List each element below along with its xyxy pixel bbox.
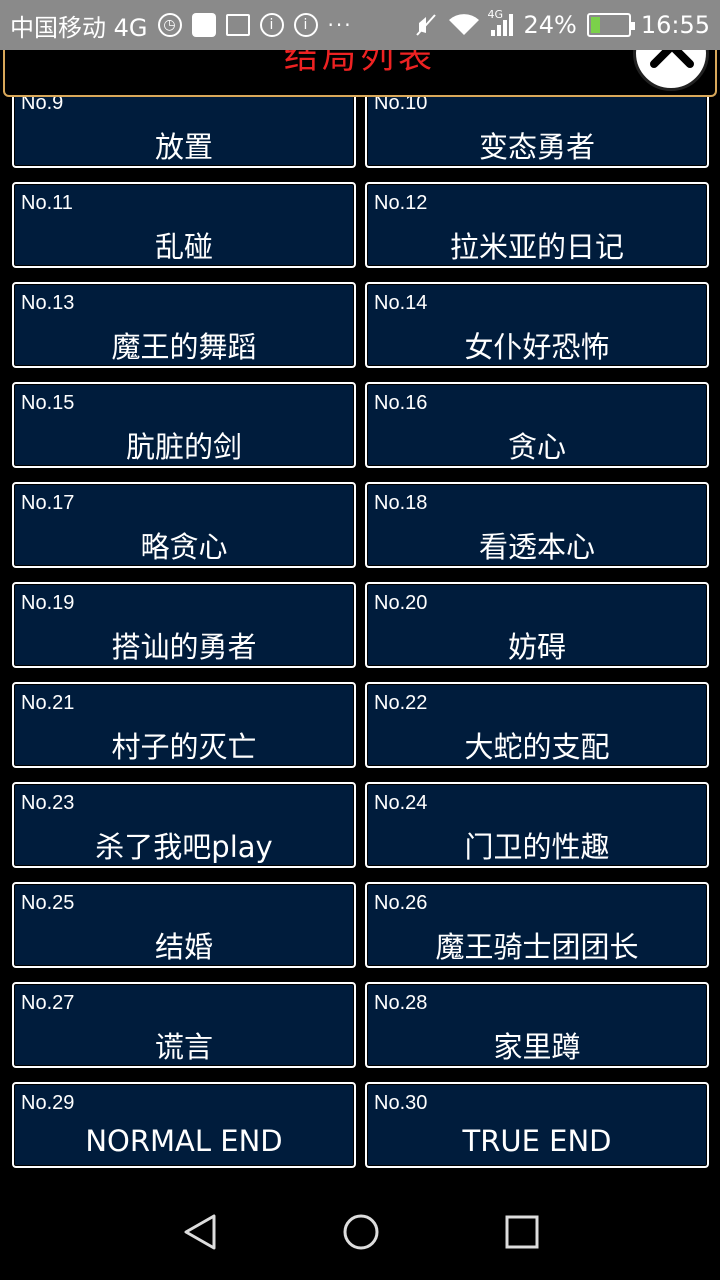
ending-number: No.14 <box>374 292 428 314</box>
ending-number: No.12 <box>374 192 428 214</box>
ending-number: No.18 <box>374 492 428 514</box>
ending-number: No.17 <box>21 492 75 514</box>
ending-card[interactable]: No.14 女仆好恐怖 <box>365 282 709 368</box>
ending-card[interactable]: No.26 魔王骑士团团长 <box>365 882 709 968</box>
ending-card[interactable]: No.17 略贪心 <box>12 482 356 568</box>
battery-percent: 24% <box>523 11 577 39</box>
ending-card[interactable]: No.28 家里蹲 <box>365 982 709 1068</box>
ending-card[interactable]: No.23 杀了我吧play <box>12 782 356 868</box>
ending-card[interactable]: No.18 看透本心 <box>365 482 709 568</box>
ending-title: 变态勇者 <box>478 130 595 164</box>
ending-title: 魔王的舞蹈 <box>111 330 257 364</box>
ending-card[interactable]: No.24 门卫的性趣 <box>365 782 709 868</box>
ending-card[interactable]: No.12 拉米亚的日记 <box>365 182 709 268</box>
ending-number: No.25 <box>21 892 75 914</box>
ending-title: 谎言 <box>154 1030 213 1064</box>
ending-title: 略贪心 <box>140 530 228 564</box>
ending-card[interactable]: No.11 乱碰 <box>12 182 356 268</box>
ending-card[interactable]: No.30 TRUE END <box>365 1082 709 1168</box>
ending-number: No.30 <box>374 1092 428 1114</box>
home-icon <box>343 1214 379 1250</box>
ending-title: 搭讪的勇者 <box>111 630 257 664</box>
ending-card[interactable]: No.13 魔王的舞蹈 <box>12 282 356 368</box>
ending-title: 结婚 <box>154 930 213 964</box>
app-icon <box>191 13 216 37</box>
more-icon: ··· <box>327 13 353 37</box>
carrier-label: 中国移动 4G <box>10 13 148 42</box>
ending-title: 看透本心 <box>478 530 595 564</box>
ending-card[interactable]: No.29 NORMAL END <box>12 1082 356 1168</box>
mute-icon <box>416 14 437 36</box>
image-icon <box>225 14 250 36</box>
ending-number: No.29 <box>21 1092 75 1114</box>
ending-number: No.28 <box>374 992 428 1014</box>
back-button[interactable] <box>180 1212 220 1252</box>
back-icon <box>184 1214 216 1250</box>
ending-number: No.22 <box>374 692 428 714</box>
ending-number: No.16 <box>374 392 428 414</box>
ending-number: No.23 <box>21 792 75 814</box>
ending-title: TRUE END <box>462 1124 612 1158</box>
ending-title: 门卫的性趣 <box>464 830 610 864</box>
ending-card[interactable]: No.25 结婚 <box>12 882 356 968</box>
info-icon: i <box>259 13 284 37</box>
ending-title: 家里蹲 <box>493 1030 581 1064</box>
ending-title: 放置 <box>154 130 213 164</box>
ending-card[interactable]: No.21 村子的灭亡 <box>12 682 356 768</box>
ending-number: No.24 <box>374 792 428 814</box>
ending-title: 贪心 <box>507 430 566 464</box>
ending-title: 乱碰 <box>154 230 213 264</box>
network-label: 4G <box>487 8 504 21</box>
clock: 16:55 <box>640 11 710 39</box>
ending-card[interactable]: No.15 肮脏的剑 <box>12 382 356 468</box>
ending-list: No.9 放置 No.10 变态勇者 No.11 乱碰 No.12 拉米亚的日记 No.13 魔王… <box>0 0 720 1180</box>
ending-number: No.26 <box>374 892 428 914</box>
status-bar: 中国移动 4G ◷ i i ··· 4G 24% 16:55 <box>0 0 720 50</box>
ending-title: 妨碍 <box>507 630 566 664</box>
recents-button[interactable] <box>502 1212 542 1252</box>
recents-icon <box>505 1215 539 1249</box>
ending-card[interactable]: No.20 妨碍 <box>365 582 709 668</box>
wifi-icon <box>449 14 480 35</box>
ending-number: No.21 <box>21 692 75 714</box>
ending-title: 大蛇的支配 <box>464 730 610 764</box>
ending-title: 杀了我吧play <box>95 830 273 864</box>
ending-card[interactable]: No.22 大蛇的支配 <box>365 682 709 768</box>
battery-icon <box>586 13 635 37</box>
ending-title: 女仆好恐怖 <box>464 330 610 364</box>
ending-number: No.15 <box>21 392 75 414</box>
ending-card[interactable]: No.16 贪心 <box>365 382 709 468</box>
ending-title: 魔王骑士团团长 <box>435 930 639 964</box>
ending-title: 拉米亚的日记 <box>449 230 624 264</box>
ending-title: NORMAL END <box>85 1124 283 1158</box>
ending-card[interactable]: No.27 谎言 <box>12 982 356 1068</box>
navigation-bar <box>0 1184 720 1280</box>
ending-number: No.19 <box>21 592 75 614</box>
ending-title: 村子的灭亡 <box>111 730 257 764</box>
ending-number: No.20 <box>374 592 428 614</box>
timer-icon: ◷ <box>157 13 182 37</box>
home-button[interactable] <box>341 1212 381 1252</box>
ending-number: No.27 <box>21 992 75 1014</box>
ending-number: No.11 <box>21 192 73 214</box>
ending-title: 肮脏的剑 <box>125 430 242 464</box>
info-icon: i <box>293 13 318 37</box>
ending-number: No.13 <box>21 292 75 314</box>
ending-card[interactable]: No.19 搭讪的勇者 <box>12 582 356 668</box>
